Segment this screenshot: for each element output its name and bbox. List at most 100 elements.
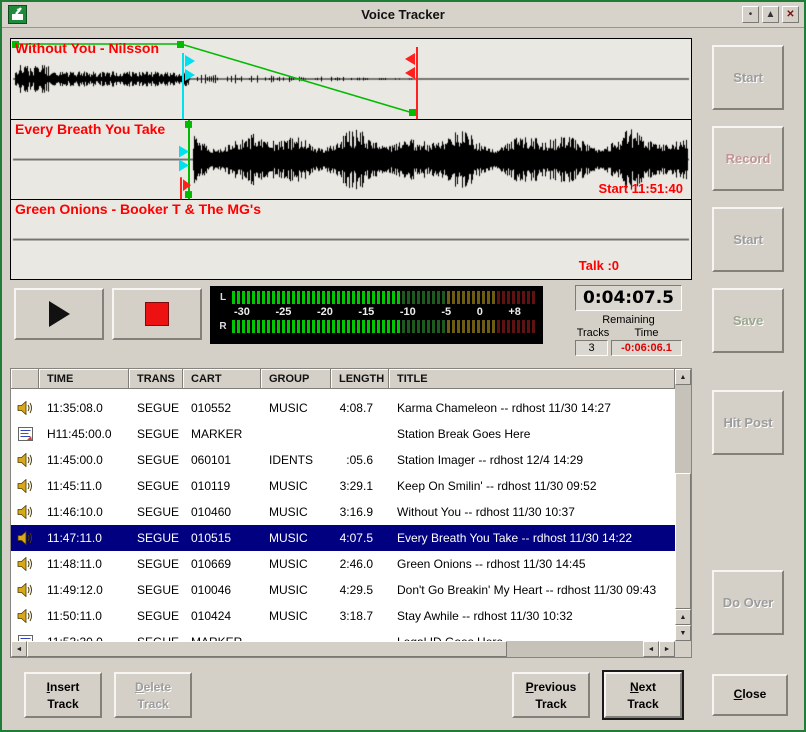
- vertical-scroll-thumb[interactable]: [675, 473, 691, 609]
- meter-right-label: R: [216, 321, 230, 332]
- cell-title: Keep On Smilin' -- rdhost 11/30 09:52: [389, 479, 675, 493]
- titlebar[interactable]: Voice Tracker • ▲ ✕: [2, 2, 804, 28]
- fade-handle[interactable]: [185, 191, 192, 198]
- play-button[interactable]: [14, 288, 104, 340]
- remaining-time-label: Time: [611, 327, 682, 339]
- do-over-button[interactable]: Do Over: [712, 570, 784, 635]
- track-2-waveform[interactable]: Every Breath You Take Start 11:51:40: [11, 119, 691, 199]
- track-editor-panel: Without You - Nilsson Every Breath You T…: [10, 38, 692, 280]
- table-row[interactable]: 11:46:10.0 SEGUE 010460 MUSIC 3:16.9 Wit…: [11, 499, 675, 525]
- scroll-left-button-2[interactable]: ◄: [643, 641, 659, 657]
- scroll-left-button[interactable]: ◄: [11, 641, 27, 657]
- start-2-button[interactable]: Start: [712, 207, 784, 272]
- meter-scale: -30 -25 -20 -15 -10 -5 0 +8: [232, 304, 535, 320]
- table-row[interactable]: 11:35:08.0 SEGUE 010552 MUSIC 4:08.7 Kar…: [11, 395, 675, 421]
- row-type-icon: [11, 583, 39, 597]
- cell-time: 11:45:11.0: [39, 479, 129, 493]
- stop-button[interactable]: [112, 288, 202, 340]
- cell-group: MUSIC: [261, 531, 331, 545]
- row-type-icon: [11, 427, 39, 441]
- cell-group: MUSIC: [261, 583, 331, 597]
- audio-meter: L -30 -25 -20 -15 -10 -5 0 +8 R: [210, 286, 543, 344]
- column-header-time[interactable]: TIME: [39, 369, 129, 389]
- start-1-button[interactable]: Start: [712, 45, 784, 110]
- table-row[interactable]: 11:45:00.0 SEGUE 060101 IDENTS :05.6 Sta…: [11, 447, 675, 473]
- cell-length: 3:16.9: [331, 505, 389, 519]
- column-header-icon[interactable]: [11, 369, 39, 389]
- horizontal-scrollbar[interactable]: ◄ ◄ ►: [11, 641, 675, 657]
- hit-post-button[interactable]: Hit Post: [712, 390, 784, 455]
- meter-tick: -10: [400, 306, 416, 318]
- table-row[interactable]: 11:47:11.0 SEGUE 010515 MUSIC 4:07.5 Eve…: [11, 525, 675, 551]
- scroll-right-button[interactable]: ►: [659, 641, 675, 657]
- stop-icon: [145, 302, 169, 326]
- scroll-down-button[interactable]: ▼: [675, 625, 691, 641]
- cell-length: 4:29.5: [331, 583, 389, 597]
- cell-time: 11:45:00.0: [39, 453, 129, 467]
- shade-button[interactable]: ▲: [762, 6, 779, 23]
- column-header-title[interactable]: TITLE: [389, 369, 675, 389]
- table-row[interactable]: 11:49:12.0 SEGUE 010046 MUSIC 4:29.5 Don…: [11, 577, 675, 603]
- cell-title: Without You -- rdhost 11/30 10:37: [389, 505, 675, 519]
- log-body[interactable]: 11:35:08.0 SEGUE 010552 MUSIC 4:08.7 Kar…: [11, 389, 675, 641]
- table-row[interactable]: H11:45:00.0 SEGUE MARKER Station Break G…: [11, 421, 675, 447]
- scroll-up-button[interactable]: ▲: [675, 369, 691, 385]
- fade-handle[interactable]: [177, 41, 184, 48]
- speaker-icon: [17, 453, 33, 467]
- table-row[interactable]: 11:45:11.0 SEGUE 010119 MUSIC 3:29.1 Kee…: [11, 473, 675, 499]
- cell-cart: MARKER: [183, 427, 261, 441]
- cell-trans: SEGUE: [129, 401, 183, 415]
- cell-group: MUSIC: [261, 479, 331, 493]
- column-header-group[interactable]: GROUP: [261, 369, 331, 389]
- track-2-start-time: Start 11:51:40: [598, 181, 683, 196]
- meter-tick: +8: [508, 306, 521, 318]
- speaker-icon: [17, 531, 33, 545]
- cell-title: Don't Go Breakin' My Heart -- rdhost 11/…: [389, 583, 675, 597]
- table-row[interactable]: 11:53:30.0 SEGUE MARKER Legal ID Goes He…: [11, 629, 675, 641]
- app-icon[interactable]: [8, 5, 27, 24]
- column-header-cart[interactable]: CART: [183, 369, 261, 389]
- next-track-button[interactable]: Next Track: [604, 672, 682, 718]
- scroll-up-button-2[interactable]: ▲: [675, 609, 691, 625]
- cell-cart: 010119: [183, 479, 261, 493]
- cell-group: MUSIC: [261, 505, 331, 519]
- cell-length: 4:07.5: [331, 531, 389, 545]
- cell-cart: 010046: [183, 583, 261, 597]
- insert-track-button[interactable]: Insert Track: [24, 672, 102, 718]
- elapsed-time-display: 0:04:07.5: [575, 285, 682, 311]
- close-icon[interactable]: ✕: [782, 6, 799, 23]
- table-row[interactable]: 11:48:11.0 SEGUE 010669 MUSIC 2:46.0 Gre…: [11, 551, 675, 577]
- column-header-length[interactable]: LENGTH: [331, 369, 389, 389]
- window-title: Voice Tracker: [2, 7, 804, 22]
- track-1-waveform[interactable]: Without You - Nilsson: [11, 39, 691, 119]
- delete-track-button[interactable]: Delete Track: [114, 672, 192, 718]
- cell-title: Station Break Goes Here: [389, 427, 675, 441]
- horizontal-scroll-thumb[interactable]: [27, 641, 507, 657]
- fade-handle[interactable]: [409, 109, 416, 116]
- close-button[interactable]: Close: [712, 674, 788, 716]
- meter-tick: -30: [234, 306, 250, 318]
- meter-tick: -25: [275, 306, 291, 318]
- table-row[interactable]: 11:50:11.0 SEGUE 010424 MUSIC 3:18.7 Sta…: [11, 603, 675, 629]
- speaker-icon: [17, 583, 33, 597]
- cell-title: Karma Chameleon -- rdhost 11/30 14:27: [389, 401, 675, 415]
- record-button[interactable]: Record: [712, 126, 784, 191]
- track-1-title: Without You - Nilsson: [15, 40, 159, 56]
- cell-cart: 010515: [183, 531, 261, 545]
- fade-handle[interactable]: [185, 121, 192, 128]
- previous-track-button[interactable]: Previous Track: [512, 672, 590, 718]
- meter-left-bar: [232, 291, 535, 304]
- save-button[interactable]: Save: [712, 288, 784, 353]
- column-header-trans[interactable]: TRANS: [129, 369, 183, 389]
- pin-button[interactable]: •: [742, 6, 759, 23]
- meter-left-label: L: [216, 292, 230, 303]
- cell-time: H11:45:00.0: [39, 427, 129, 441]
- cell-cart: 010552: [183, 401, 261, 415]
- cell-length: 3:29.1: [331, 479, 389, 493]
- cell-cart: 010424: [183, 609, 261, 623]
- meter-right-bar: [232, 320, 535, 333]
- vertical-scrollbar[interactable]: ▲ ▲ ▼: [675, 369, 691, 641]
- row-type-icon: [11, 531, 39, 545]
- cell-title: Stay Awhile -- rdhost 11/30 10:32: [389, 609, 675, 623]
- track-3-waveform[interactable]: Green Onions - Booker T & The MG's Talk …: [11, 199, 691, 279]
